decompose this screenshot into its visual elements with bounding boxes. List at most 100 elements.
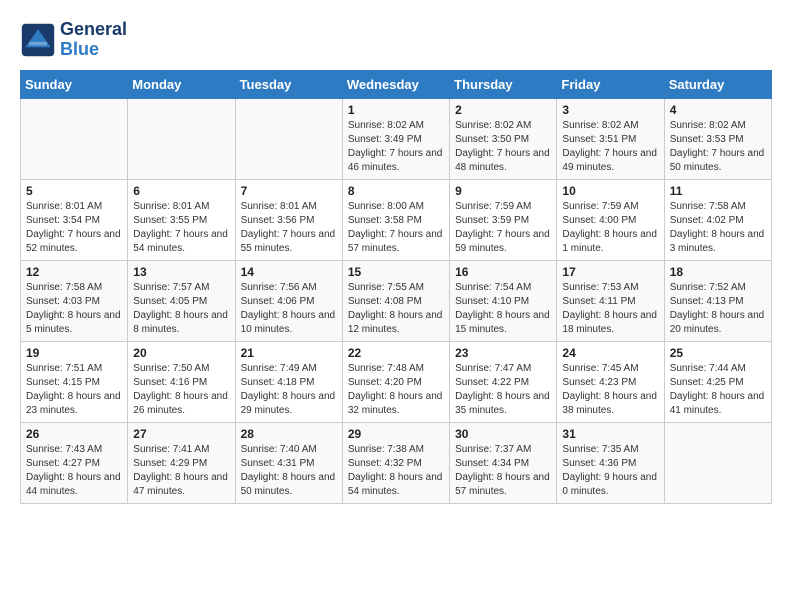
- calendar-day-cell: 21 Sunrise: 7:49 AM Sunset: 4:18 PM Dayli…: [235, 341, 342, 422]
- day-number: 28: [241, 427, 337, 441]
- header: General Blue: [20, 20, 772, 60]
- calendar-week-row: 26 Sunrise: 7:43 AM Sunset: 4:27 PM Dayli…: [21, 422, 772, 503]
- calendar-day-cell: [235, 98, 342, 179]
- day-info: Sunrise: 7:35 AM Sunset: 4:36 PM Dayligh…: [562, 443, 658, 499]
- calendar-day-cell: 10 Sunrise: 7:59 AM Sunset: 4:00 PM Dayli…: [557, 179, 664, 260]
- weekday-header-row: SundayMondayTuesdayWednesdayThursdayFrid…: [21, 70, 772, 98]
- day-info: Sunrise: 7:52 AM Sunset: 4:13 PM Dayligh…: [670, 281, 766, 337]
- day-number: 10: [562, 184, 658, 198]
- day-number: 8: [348, 184, 444, 198]
- day-number: 5: [26, 184, 122, 198]
- logo: General Blue: [20, 20, 127, 60]
- day-number: 23: [455, 346, 551, 360]
- calendar-day-cell: [21, 98, 128, 179]
- calendar-day-cell: 28 Sunrise: 7:40 AM Sunset: 4:31 PM Dayli…: [235, 422, 342, 503]
- calendar-day-cell: 6 Sunrise: 8:01 AM Sunset: 3:55 PM Daylig…: [128, 179, 235, 260]
- day-number: 1: [348, 103, 444, 117]
- calendar-day-cell: 1 Sunrise: 8:02 AM Sunset: 3:49 PM Daylig…: [342, 98, 449, 179]
- day-number: 30: [455, 427, 551, 441]
- day-number: 31: [562, 427, 658, 441]
- weekday-header-saturday: Saturday: [664, 70, 771, 98]
- calendar-day-cell: 12 Sunrise: 7:58 AM Sunset: 4:03 PM Dayli…: [21, 260, 128, 341]
- logo-icon: [20, 22, 56, 58]
- calendar-day-cell: [128, 98, 235, 179]
- day-number: 27: [133, 427, 229, 441]
- day-number: 3: [562, 103, 658, 117]
- weekday-header-tuesday: Tuesday: [235, 70, 342, 98]
- day-info: Sunrise: 7:43 AM Sunset: 4:27 PM Dayligh…: [26, 443, 122, 499]
- day-number: 9: [455, 184, 551, 198]
- day-info: Sunrise: 7:51 AM Sunset: 4:15 PM Dayligh…: [26, 362, 122, 418]
- day-info: Sunrise: 7:40 AM Sunset: 4:31 PM Dayligh…: [241, 443, 337, 499]
- day-info: Sunrise: 7:59 AM Sunset: 3:59 PM Dayligh…: [455, 200, 551, 256]
- calendar-week-row: 1 Sunrise: 8:02 AM Sunset: 3:49 PM Daylig…: [21, 98, 772, 179]
- calendar-day-cell: 30 Sunrise: 7:37 AM Sunset: 4:34 PM Dayli…: [450, 422, 557, 503]
- day-info: Sunrise: 7:55 AM Sunset: 4:08 PM Dayligh…: [348, 281, 444, 337]
- calendar-day-cell: 13 Sunrise: 7:57 AM Sunset: 4:05 PM Dayli…: [128, 260, 235, 341]
- calendar-day-cell: 16 Sunrise: 7:54 AM Sunset: 4:10 PM Dayli…: [450, 260, 557, 341]
- calendar-day-cell: 19 Sunrise: 7:51 AM Sunset: 4:15 PM Dayli…: [21, 341, 128, 422]
- day-number: 13: [133, 265, 229, 279]
- weekday-header-wednesday: Wednesday: [342, 70, 449, 98]
- day-info: Sunrise: 7:58 AM Sunset: 4:02 PM Dayligh…: [670, 200, 766, 256]
- logo-text: General Blue: [60, 20, 127, 60]
- day-info: Sunrise: 8:00 AM Sunset: 3:58 PM Dayligh…: [348, 200, 444, 256]
- calendar-day-cell: 24Sunrise: 7:45 AM Sunset: 4:23 PM Dayli…: [557, 341, 664, 422]
- day-info: Sunrise: 8:02 AM Sunset: 3:50 PM Dayligh…: [455, 119, 551, 175]
- day-number: 26: [26, 427, 122, 441]
- day-info: Sunrise: 7:58 AM Sunset: 4:03 PM Dayligh…: [26, 281, 122, 337]
- day-number: 25: [670, 346, 766, 360]
- day-info: Sunrise: 7:56 AM Sunset: 4:06 PM Dayligh…: [241, 281, 337, 337]
- day-info: Sunrise: 7:49 AM Sunset: 4:18 PM Dayligh…: [241, 362, 337, 418]
- day-number: 29: [348, 427, 444, 441]
- day-number: 2: [455, 103, 551, 117]
- calendar-week-row: 5 Sunrise: 8:01 AM Sunset: 3:54 PM Daylig…: [21, 179, 772, 260]
- day-info: Sunrise: 7:41 AM Sunset: 4:29 PM Dayligh…: [133, 443, 229, 499]
- calendar-week-row: 12 Sunrise: 7:58 AM Sunset: 4:03 PM Dayli…: [21, 260, 772, 341]
- calendar-day-cell: 17 Sunrise: 7:53 AM Sunset: 4:11 PM Dayli…: [557, 260, 664, 341]
- calendar-day-cell: 4 Sunrise: 8:02 AM Sunset: 3:53 PM Daylig…: [664, 98, 771, 179]
- calendar-day-cell: 25Sunrise: 7:44 AM Sunset: 4:25 PM Dayli…: [664, 341, 771, 422]
- day-info: Sunrise: 7:37 AM Sunset: 4:34 PM Dayligh…: [455, 443, 551, 499]
- day-number: 6: [133, 184, 229, 198]
- day-info: Sunrise: 7:53 AM Sunset: 4:11 PM Dayligh…: [562, 281, 658, 337]
- calendar-week-row: 19 Sunrise: 7:51 AM Sunset: 4:15 PM Dayli…: [21, 341, 772, 422]
- day-number: 15: [348, 265, 444, 279]
- day-info: Sunrise: 7:48 AM Sunset: 4:20 PM Dayligh…: [348, 362, 444, 418]
- calendar-day-cell: 7 Sunrise: 8:01 AM Sunset: 3:56 PM Daylig…: [235, 179, 342, 260]
- day-number: 7: [241, 184, 337, 198]
- weekday-header-friday: Friday: [557, 70, 664, 98]
- calendar-day-cell: 27 Sunrise: 7:41 AM Sunset: 4:29 PM Dayli…: [128, 422, 235, 503]
- calendar-day-cell: 23 Sunrise: 7:47 AM Sunset: 4:22 PM Dayli…: [450, 341, 557, 422]
- calendar-day-cell: 29Sunrise: 7:38 AM Sunset: 4:32 PM Dayli…: [342, 422, 449, 503]
- day-info: Sunrise: 7:54 AM Sunset: 4:10 PM Dayligh…: [455, 281, 551, 337]
- day-number: 21: [241, 346, 337, 360]
- day-number: 18: [670, 265, 766, 279]
- day-info: Sunrise: 7:59 AM Sunset: 4:00 PM Dayligh…: [562, 200, 658, 256]
- calendar-day-cell: 20Sunrise: 7:50 AM Sunset: 4:16 PM Dayli…: [128, 341, 235, 422]
- day-info: Sunrise: 7:50 AM Sunset: 4:16 PM Dayligh…: [133, 362, 229, 418]
- day-number: 22: [348, 346, 444, 360]
- day-info: Sunrise: 8:01 AM Sunset: 3:55 PM Dayligh…: [133, 200, 229, 256]
- day-info: Sunrise: 8:01 AM Sunset: 3:56 PM Dayligh…: [241, 200, 337, 256]
- calendar-day-cell: 22 Sunrise: 7:48 AM Sunset: 4:20 PM Dayli…: [342, 341, 449, 422]
- weekday-header-monday: Monday: [128, 70, 235, 98]
- day-info: Sunrise: 8:01 AM Sunset: 3:54 PM Dayligh…: [26, 200, 122, 256]
- day-number: 16: [455, 265, 551, 279]
- day-info: Sunrise: 7:57 AM Sunset: 4:05 PM Dayligh…: [133, 281, 229, 337]
- day-info: Sunrise: 8:02 AM Sunset: 3:51 PM Dayligh…: [562, 119, 658, 175]
- day-number: 17: [562, 265, 658, 279]
- calendar-day-cell: 5 Sunrise: 8:01 AM Sunset: 3:54 PM Daylig…: [21, 179, 128, 260]
- calendar-day-cell: [664, 422, 771, 503]
- day-number: 4: [670, 103, 766, 117]
- day-number: 19: [26, 346, 122, 360]
- day-info: Sunrise: 8:02 AM Sunset: 3:53 PM Dayligh…: [670, 119, 766, 175]
- day-info: Sunrise: 7:45 AM Sunset: 4:23 PM Dayligh…: [562, 362, 658, 418]
- calendar-day-cell: 11 Sunrise: 7:58 AM Sunset: 4:02 PM Dayli…: [664, 179, 771, 260]
- day-number: 11: [670, 184, 766, 198]
- calendar-day-cell: 26 Sunrise: 7:43 AM Sunset: 4:27 PM Dayli…: [21, 422, 128, 503]
- day-info: Sunrise: 8:02 AM Sunset: 3:49 PM Dayligh…: [348, 119, 444, 175]
- calendar-day-cell: 31 Sunrise: 7:35 AM Sunset: 4:36 PM Dayli…: [557, 422, 664, 503]
- day-number: 12: [26, 265, 122, 279]
- day-info: Sunrise: 7:47 AM Sunset: 4:22 PM Dayligh…: [455, 362, 551, 418]
